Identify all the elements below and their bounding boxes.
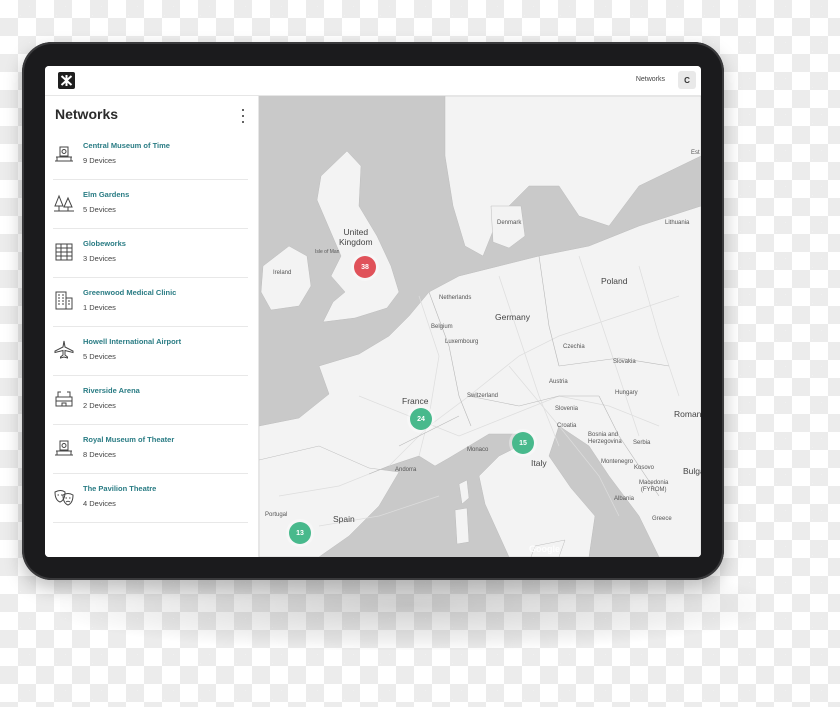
network-device-count: 5 Devices bbox=[83, 205, 116, 214]
network-name: Elm Gardens bbox=[83, 190, 130, 199]
map-label-kosovo: Kosovo bbox=[634, 465, 655, 471]
networks-nav-link[interactable]: Networks bbox=[636, 76, 665, 83]
building-icon bbox=[53, 241, 75, 263]
trees-icon bbox=[53, 192, 75, 214]
map-label-luxembourg: Luxembourg bbox=[445, 339, 479, 345]
map-label-united-kingdom: United Kingdom bbox=[339, 227, 373, 247]
map-label-netherlands: Netherlands bbox=[439, 295, 472, 301]
museum-icon bbox=[53, 437, 75, 459]
clinic-building-icon bbox=[53, 290, 75, 312]
network-item-globeworks[interactable]: Globeworks 3 Devices bbox=[53, 230, 248, 278]
network-device-count: 9 Devices bbox=[83, 156, 116, 165]
map-label-macedonia: Macedonia (FYROM) bbox=[639, 480, 669, 493]
theater-masks-icon bbox=[53, 486, 75, 508]
map-label-italy: Italy bbox=[531, 458, 547, 468]
map-label-montenegro: Montenegro bbox=[601, 459, 634, 465]
network-device-count: 3 Devices bbox=[83, 254, 116, 263]
top-bar: Networks C bbox=[45, 66, 701, 96]
map-label-serbia: Serbia bbox=[633, 440, 651, 446]
map-label-monaco: Monaco bbox=[467, 447, 489, 453]
map-label-switzerland: Switzerland bbox=[467, 393, 499, 399]
map-label-austria: Austria bbox=[549, 379, 568, 385]
map-label-spain: Spain bbox=[333, 514, 355, 524]
map-label-albania: Albania bbox=[614, 496, 635, 502]
map-label-germany: Germany bbox=[495, 312, 530, 322]
network-device-count: 1 Devices bbox=[83, 303, 116, 312]
map-label-estonia: Est bbox=[691, 150, 700, 156]
more-options-icon[interactable] bbox=[238, 109, 248, 123]
map-label-bosnia: Bosnia and Herzegovina bbox=[588, 432, 622, 445]
network-name: The Pavilion Theatre bbox=[83, 484, 157, 493]
network-item-greenwood-medical-clinic[interactable]: Greenwood Medical Clinic 1 Devices bbox=[53, 279, 248, 327]
networks-sidebar: Networks Central Museum of Time 9 Device… bbox=[45, 96, 259, 557]
network-item-royal-museum-of-theater[interactable]: Royal Museum of Theater 8 Devices bbox=[53, 426, 248, 474]
user-avatar[interactable]: C bbox=[678, 71, 696, 89]
cluster-marker-united-kingdom[interactable]: 38 bbox=[354, 256, 376, 278]
arena-icon bbox=[53, 388, 75, 410]
map-land-shapes bbox=[259, 96, 701, 557]
map-label-czechia: Czechia bbox=[563, 344, 585, 350]
network-device-count: 8 Devices bbox=[83, 450, 116, 459]
network-device-count: 2 Devices bbox=[83, 401, 116, 410]
map-label-bulgaria: Bulga bbox=[683, 466, 701, 476]
map-label-greece: Greece bbox=[652, 516, 672, 522]
network-name: Riverside Arena bbox=[83, 386, 140, 395]
map-label-hungary: Hungary bbox=[615, 390, 638, 396]
network-name: Globeworks bbox=[83, 239, 126, 248]
network-item-howell-international-airport[interactable]: Howell International Airport 5 Devices bbox=[53, 328, 248, 376]
network-item-the-pavilion-theatre[interactable]: The Pavilion Theatre 4 Devices bbox=[53, 475, 248, 523]
map-label-portugal: Portugal bbox=[265, 512, 288, 518]
map-label-ireland: Ireland bbox=[273, 270, 292, 276]
museum-icon bbox=[53, 143, 75, 165]
app-screen: Networks C Networks Central Museum of Ti… bbox=[45, 66, 701, 557]
network-device-count: 5 Devices bbox=[83, 352, 116, 361]
network-device-count: 4 Devices bbox=[83, 499, 116, 508]
map-label-poland: Poland bbox=[601, 276, 628, 286]
map-label-andorra: Andorra bbox=[395, 467, 417, 473]
cross-logo-icon[interactable] bbox=[58, 72, 75, 89]
google-attribution: Google bbox=[529, 544, 560, 554]
map-label-france: France bbox=[402, 396, 429, 406]
map-label-belgium: Belgium bbox=[431, 324, 453, 330]
network-name: Central Museum of Time bbox=[83, 141, 170, 150]
cluster-marker-italy[interactable]: 15 bbox=[512, 432, 534, 454]
cluster-marker-france[interactable]: 24 bbox=[410, 408, 432, 430]
map-label-denmark: Denmark bbox=[497, 220, 522, 226]
map-label-lithuania: Lithuania bbox=[665, 220, 690, 226]
map-label-slovenia: Slovenia bbox=[555, 406, 579, 412]
map-label-croatia: Croatia bbox=[557, 423, 577, 429]
sidebar-title: Networks bbox=[55, 106, 119, 122]
network-name: Royal Museum of Theater bbox=[83, 435, 175, 444]
network-item-riverside-arena[interactable]: Riverside Arena 2 Devices bbox=[53, 377, 248, 425]
network-name: Howell International Airport bbox=[83, 337, 182, 346]
network-list: Central Museum of Time 9 Devices Elm Gar… bbox=[45, 132, 258, 524]
europe-map[interactable]: United Kingdom Ireland Isle of Man Denma… bbox=[259, 96, 701, 557]
network-name: Greenwood Medical Clinic bbox=[83, 288, 177, 297]
map-label-slovakia: Slovakia bbox=[613, 359, 636, 365]
network-item-elm-gardens[interactable]: Elm Gardens 5 Devices bbox=[53, 181, 248, 229]
map-label-romania: Roman bbox=[674, 409, 701, 419]
network-item-central-museum-of-time[interactable]: Central Museum of Time 9 Devices bbox=[53, 132, 248, 180]
airplane-icon bbox=[53, 339, 75, 361]
map-label-isle-of-man: Isle of Man bbox=[315, 249, 340, 255]
cluster-marker-portugal[interactable]: 13 bbox=[289, 522, 311, 544]
